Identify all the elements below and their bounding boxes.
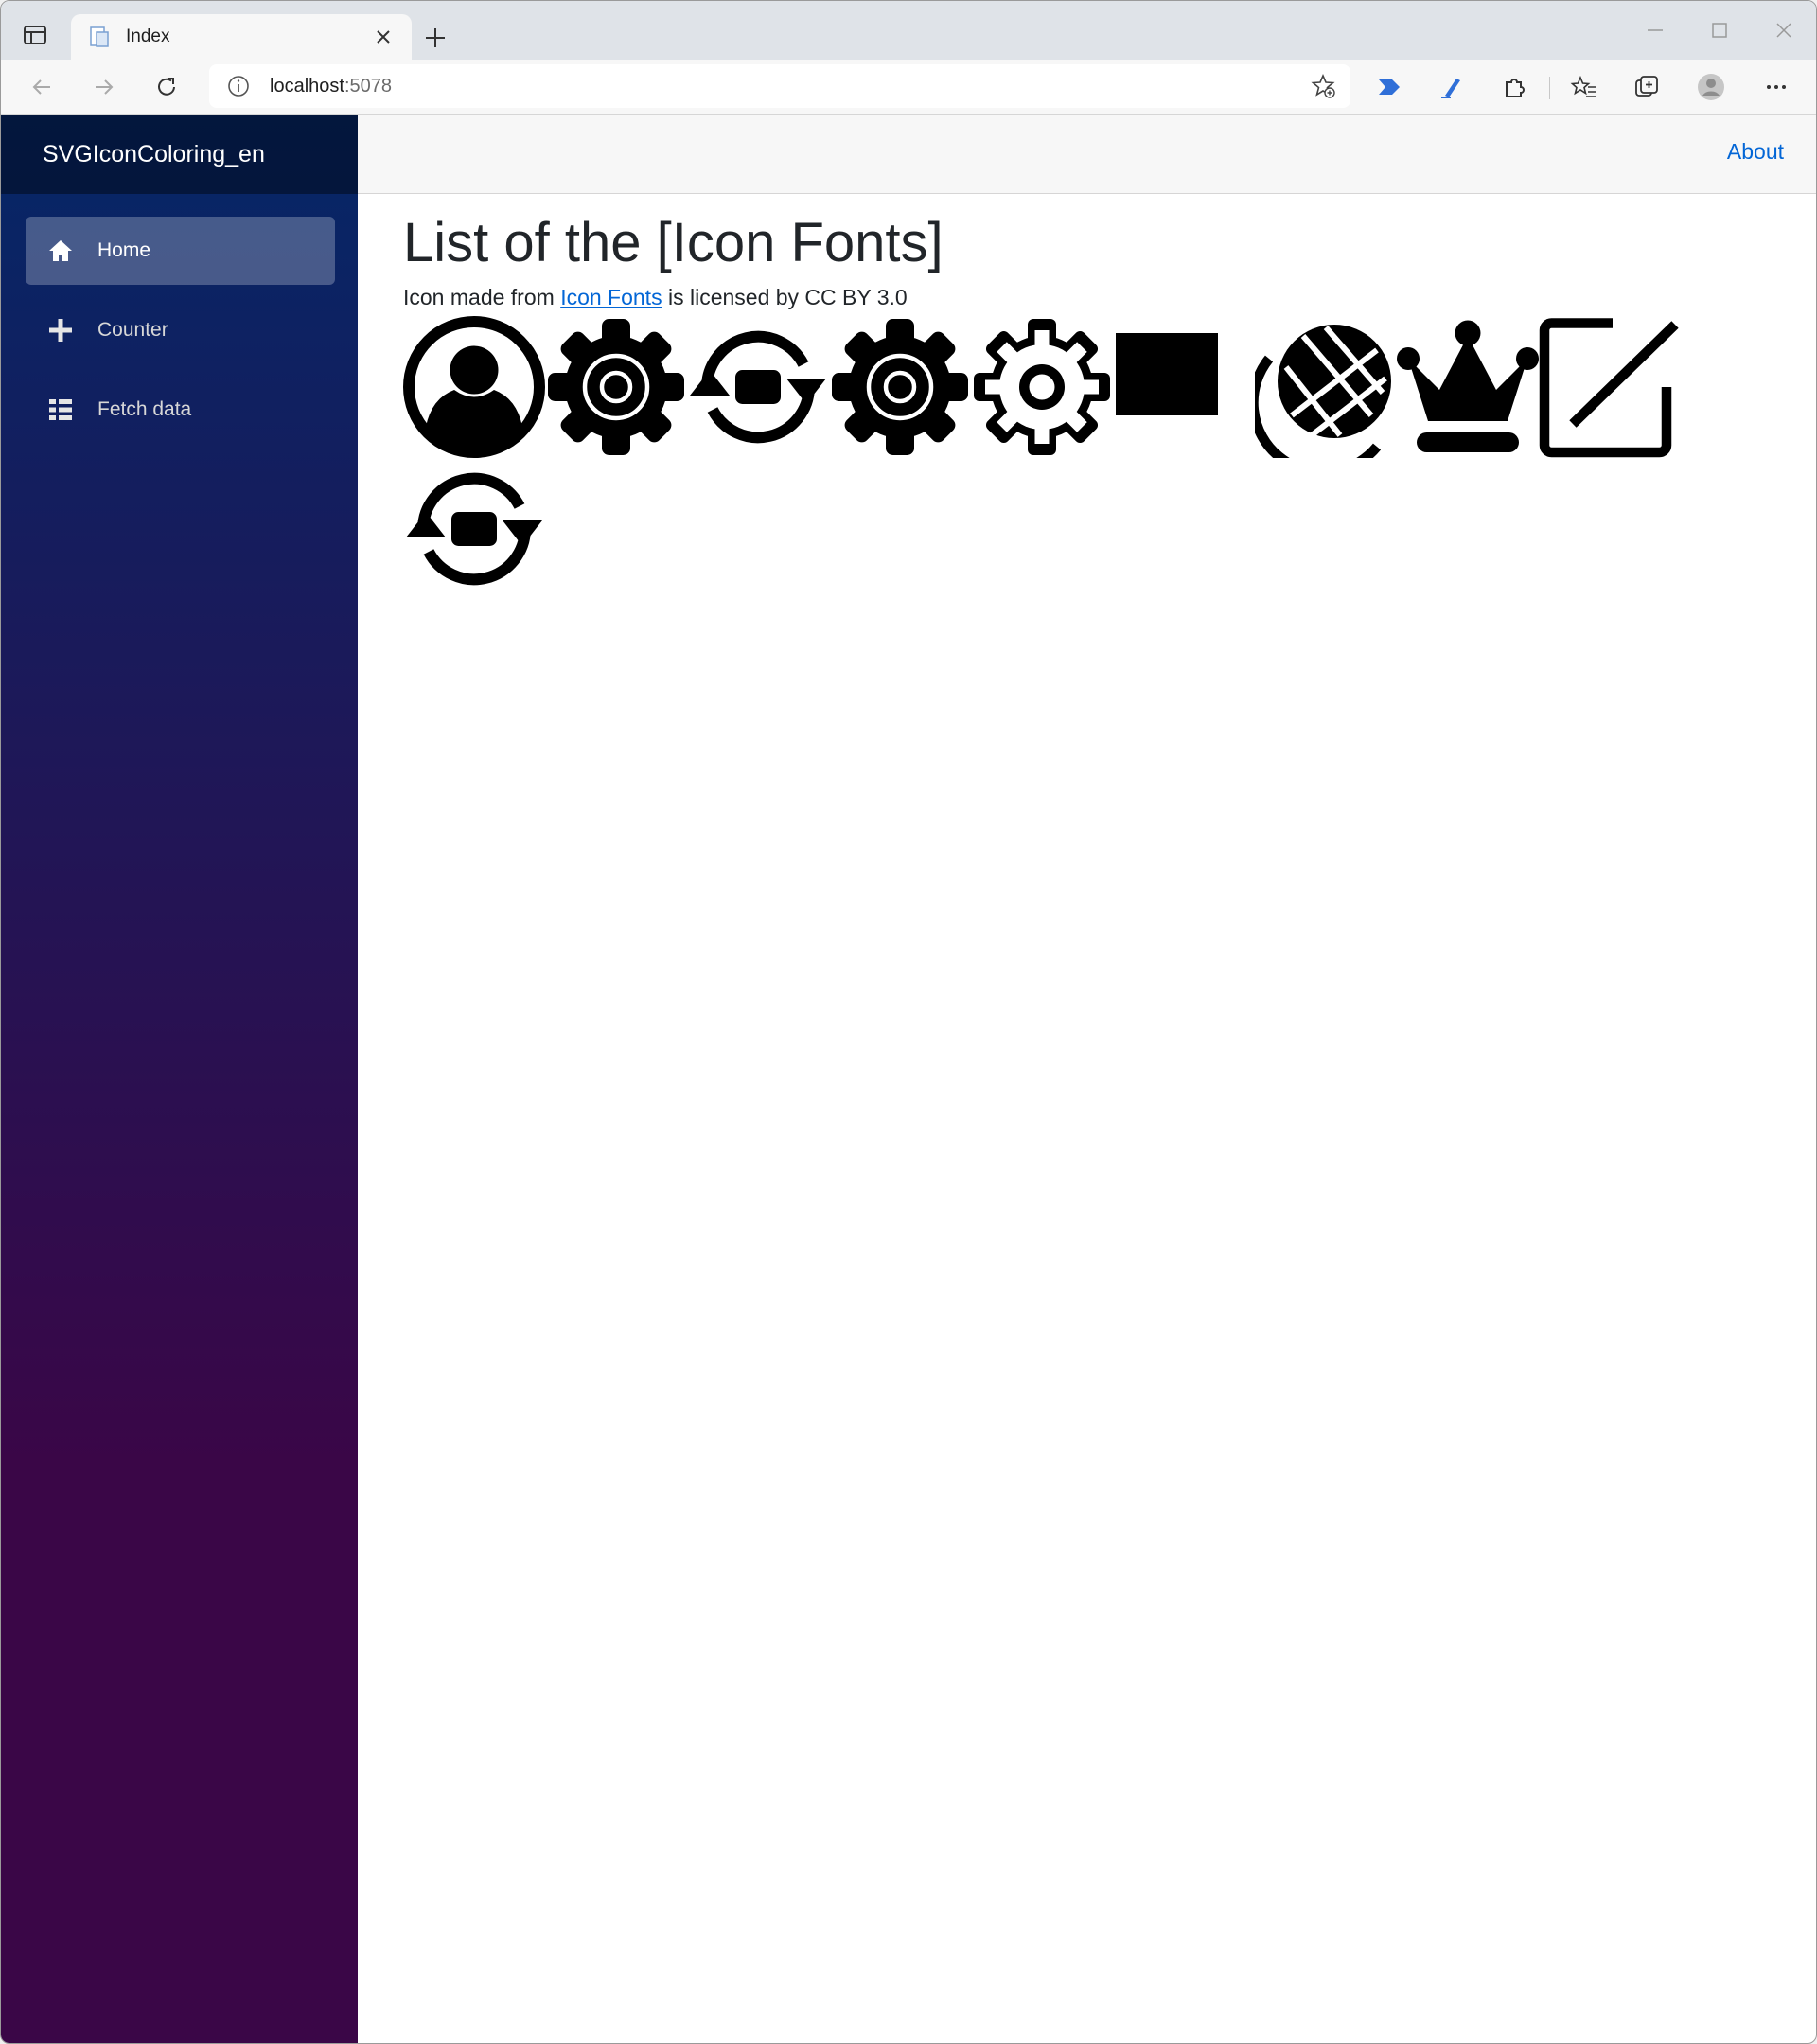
profile-avatar-icon[interactable] bbox=[1697, 73, 1725, 101]
credit-prefix: Icon made from bbox=[403, 284, 561, 309]
home-icon bbox=[49, 240, 72, 261]
plus-icon bbox=[49, 319, 72, 342]
tab-strip: Index bbox=[1, 1, 1816, 60]
license-credit: Icon made from Icon Fonts is licensed by… bbox=[403, 285, 1785, 310]
sidebar-nav: Home Counter Fetch data bbox=[1, 194, 358, 444]
add-favorite-icon[interactable] bbox=[1309, 72, 1337, 100]
new-tab-icon[interactable] bbox=[421, 24, 450, 52]
url-host: localhost bbox=[270, 75, 344, 97]
extension-pen-icon[interactable] bbox=[1438, 73, 1466, 101]
list-icon bbox=[49, 399, 72, 420]
page-title: List of the [Icon Fonts] bbox=[403, 212, 944, 273]
sidebar-item-fetch-data[interactable]: Fetch data bbox=[26, 376, 335, 444]
collections-icon[interactable] bbox=[1632, 73, 1661, 101]
sidebar-toggle-icon[interactable] bbox=[22, 22, 48, 48]
about-link[interactable]: About bbox=[1727, 139, 1784, 165]
sidebar-item-label: Home bbox=[97, 239, 151, 261]
maximize-icon[interactable] bbox=[1702, 16, 1737, 44]
globe-icon bbox=[1255, 324, 1391, 458]
url-port: :5078 bbox=[344, 75, 392, 97]
url-text[interactable]: localhost:5078 bbox=[270, 76, 1309, 97]
back-arrow-icon[interactable] bbox=[27, 73, 56, 101]
toolbar-separator bbox=[1549, 77, 1550, 99]
favorites-icon[interactable] bbox=[1570, 73, 1598, 101]
tab-title: Index bbox=[126, 26, 170, 46]
user-icon bbox=[403, 315, 545, 458]
minimize-icon[interactable] bbox=[1638, 16, 1672, 44]
browser-toolbar: localhost:5078 bbox=[1, 60, 1816, 115]
gear-icon bbox=[548, 318, 684, 455]
sidebar-item-counter[interactable]: Counter bbox=[26, 296, 335, 364]
address-bar[interactable]: localhost:5078 bbox=[209, 64, 1350, 108]
sidebar-item-label: Counter bbox=[97, 319, 168, 341]
forward-arrow-icon[interactable] bbox=[90, 73, 118, 101]
sidebar: SVGIconColoring_en Home Counter Fetch da… bbox=[1, 115, 358, 2043]
top-row: About bbox=[358, 115, 1816, 194]
info-icon[interactable] bbox=[226, 74, 251, 98]
extensions-puzzle-icon[interactable] bbox=[1500, 73, 1528, 101]
more-menu-icon[interactable] bbox=[1762, 73, 1791, 101]
square-icon bbox=[1116, 332, 1218, 415]
gear-outline-icon bbox=[974, 318, 1110, 455]
web-page: SVGIconColoring_en Home Counter Fetch da… bbox=[1, 115, 1816, 2043]
icon-list bbox=[403, 315, 1709, 600]
close-icon[interactable] bbox=[372, 26, 395, 48]
sync-icon bbox=[690, 330, 826, 444]
sync-icon bbox=[406, 472, 542, 586]
icon-fonts-link[interactable]: Icon Fonts bbox=[560, 285, 662, 309]
edit-icon bbox=[1539, 318, 1679, 458]
app-brand[interactable]: SVGIconColoring_en bbox=[1, 115, 358, 194]
main-content: List of the [Icon Fonts] Icon made from … bbox=[403, 213, 1785, 600]
tab-index[interactable]: Index bbox=[71, 14, 412, 60]
gear-icon bbox=[832, 318, 968, 455]
credit-suffix: is licensed by CC BY 3.0 bbox=[662, 284, 908, 309]
refresh-icon[interactable] bbox=[152, 73, 181, 101]
sidebar-item-home[interactable]: Home bbox=[26, 217, 335, 285]
page-icon bbox=[90, 26, 109, 47]
browser-window: Index localhost:5078 SVGIconColoring_en … bbox=[0, 0, 1817, 2044]
extension-arrow-icon[interactable] bbox=[1375, 73, 1403, 101]
window-close-icon[interactable] bbox=[1767, 16, 1801, 44]
crown-icon bbox=[1397, 320, 1539, 452]
sidebar-item-label: Fetch data bbox=[97, 398, 192, 420]
